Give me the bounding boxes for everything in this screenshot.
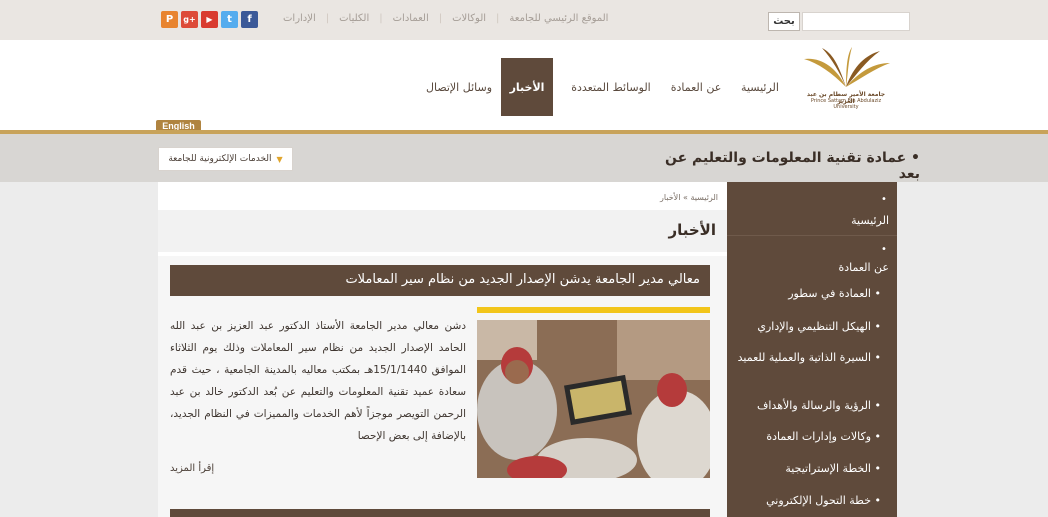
eservices-dropdown[interactable]: ▼ الخدمات الإلكترونية للجامعة: [158, 147, 293, 171]
chevron-down-icon: ▼: [276, 154, 283, 164]
bullet-icon: •: [881, 244, 887, 255]
toplink-departments[interactable]: الإدارات: [283, 13, 316, 24]
bullet-icon: •: [871, 320, 881, 333]
read-more-link[interactable]: إقرأ المزيد: [170, 463, 230, 474]
nav-contact[interactable]: وسائل الإتصال: [420, 58, 498, 116]
news-title[interactable]: معالي مدير الجامعة يدشن الإصدار الجديد م…: [170, 272, 700, 287]
separator: |: [379, 13, 383, 24]
separator: |: [496, 13, 500, 24]
toplink-deanships[interactable]: العمادات: [393, 13, 429, 24]
sidebar-item-agencies[interactable]: • وكالات وإدارات العمادة: [727, 430, 895, 443]
deanship-title: • عمادة تقنية المعلومات والتعليم عن بعد: [664, 150, 920, 182]
flickr-icon[interactable]: P: [161, 11, 178, 28]
bullet-icon: •: [871, 399, 881, 412]
sidebar-item-overview[interactable]: • العمادة في سطور: [727, 287, 895, 300]
image-accent-bar: [477, 307, 710, 313]
sidebar-item-structure[interactable]: • الهيكل التنظيمي والإداري: [727, 320, 895, 333]
sidebar-divider: [727, 235, 897, 236]
bullet-icon: •: [871, 462, 881, 475]
nav-news[interactable]: الأخبار: [501, 58, 553, 116]
youtube-icon[interactable]: ▶: [201, 11, 218, 28]
twitter-icon[interactable]: t: [221, 11, 238, 28]
top-links: الموقع الرئيسي للجامعة | الوكالات | العماد…: [283, 13, 608, 24]
toplink-main-site[interactable]: الموقع الرئيسي للجامعة: [509, 13, 608, 24]
eservices-label: الخدمات الإلكترونية للجامعة: [168, 154, 272, 164]
page-title: الأخبار: [668, 221, 716, 239]
nav-home[interactable]: الرئيسية: [732, 58, 788, 116]
bullet-icon: •: [871, 430, 881, 443]
bullet-icon: •: [871, 494, 881, 507]
logo-english-text: Prince Sattam Bin Abdulaziz University: [810, 98, 882, 110]
bullet-icon: •: [871, 287, 881, 300]
nav-about[interactable]: عن العمادة: [664, 58, 728, 116]
separator: |: [325, 13, 330, 24]
facebook-icon[interactable]: f: [241, 11, 258, 28]
sidebar-item-label: الهيكل التنظيمي والإداري: [757, 320, 871, 333]
toplink-agencies[interactable]: الوكالات: [452, 13, 486, 24]
sidebar-item-label: الرؤية والرسالة والأهداف: [756, 399, 871, 412]
sidebar-item-label: الخطة الإستراتيجية: [785, 462, 871, 475]
sidebar-item-label: السيرة الذاتية والعملية للعميد: [737, 351, 871, 364]
bullet-icon: •: [871, 351, 881, 364]
nav-media[interactable]: الوسائط المتعددة: [563, 58, 659, 116]
sidebar-item-strategy[interactable]: • الخطة الإستراتيجية: [727, 462, 895, 475]
bullet-icon: •: [881, 194, 887, 205]
sidebar-item-label: العمادة في سطور: [788, 287, 871, 300]
toplink-colleges[interactable]: الكليات: [339, 13, 369, 24]
search-button[interactable]: بحث: [768, 12, 800, 31]
googleplus-icon[interactable]: g+: [181, 11, 198, 28]
sidebar-item-label: خطة التحول الإلكتروني: [766, 494, 871, 507]
next-news-title-bar: [170, 509, 710, 517]
sidebar-item-dean-cv[interactable]: • السيرة الذاتية والعملية للعميد: [727, 349, 895, 367]
social-links: P g+ ▶ t f: [161, 11, 258, 28]
news-excerpt: دشن معالي مدير الجامعة الأستاذ الدكتور ع…: [170, 320, 466, 442]
sidebar-item-about[interactable]: عن العمادة: [727, 261, 895, 274]
separator: |: [438, 13, 443, 24]
sidebar-item-label: وكالات وإدارات العمادة: [766, 430, 871, 443]
breadcrumb[interactable]: الرئيسية » الأخبار: [158, 193, 718, 202]
search-input[interactable]: [802, 12, 910, 31]
news-photo[interactable]: [477, 320, 710, 478]
sidebar-item-e-transformation[interactable]: • خطة التحول الإلكتروني: [727, 494, 895, 507]
sidebar-item-vision[interactable]: • الرؤية والرسالة والأهداف: [727, 399, 895, 412]
sidebar-item-home[interactable]: الرئيسية: [727, 214, 895, 227]
